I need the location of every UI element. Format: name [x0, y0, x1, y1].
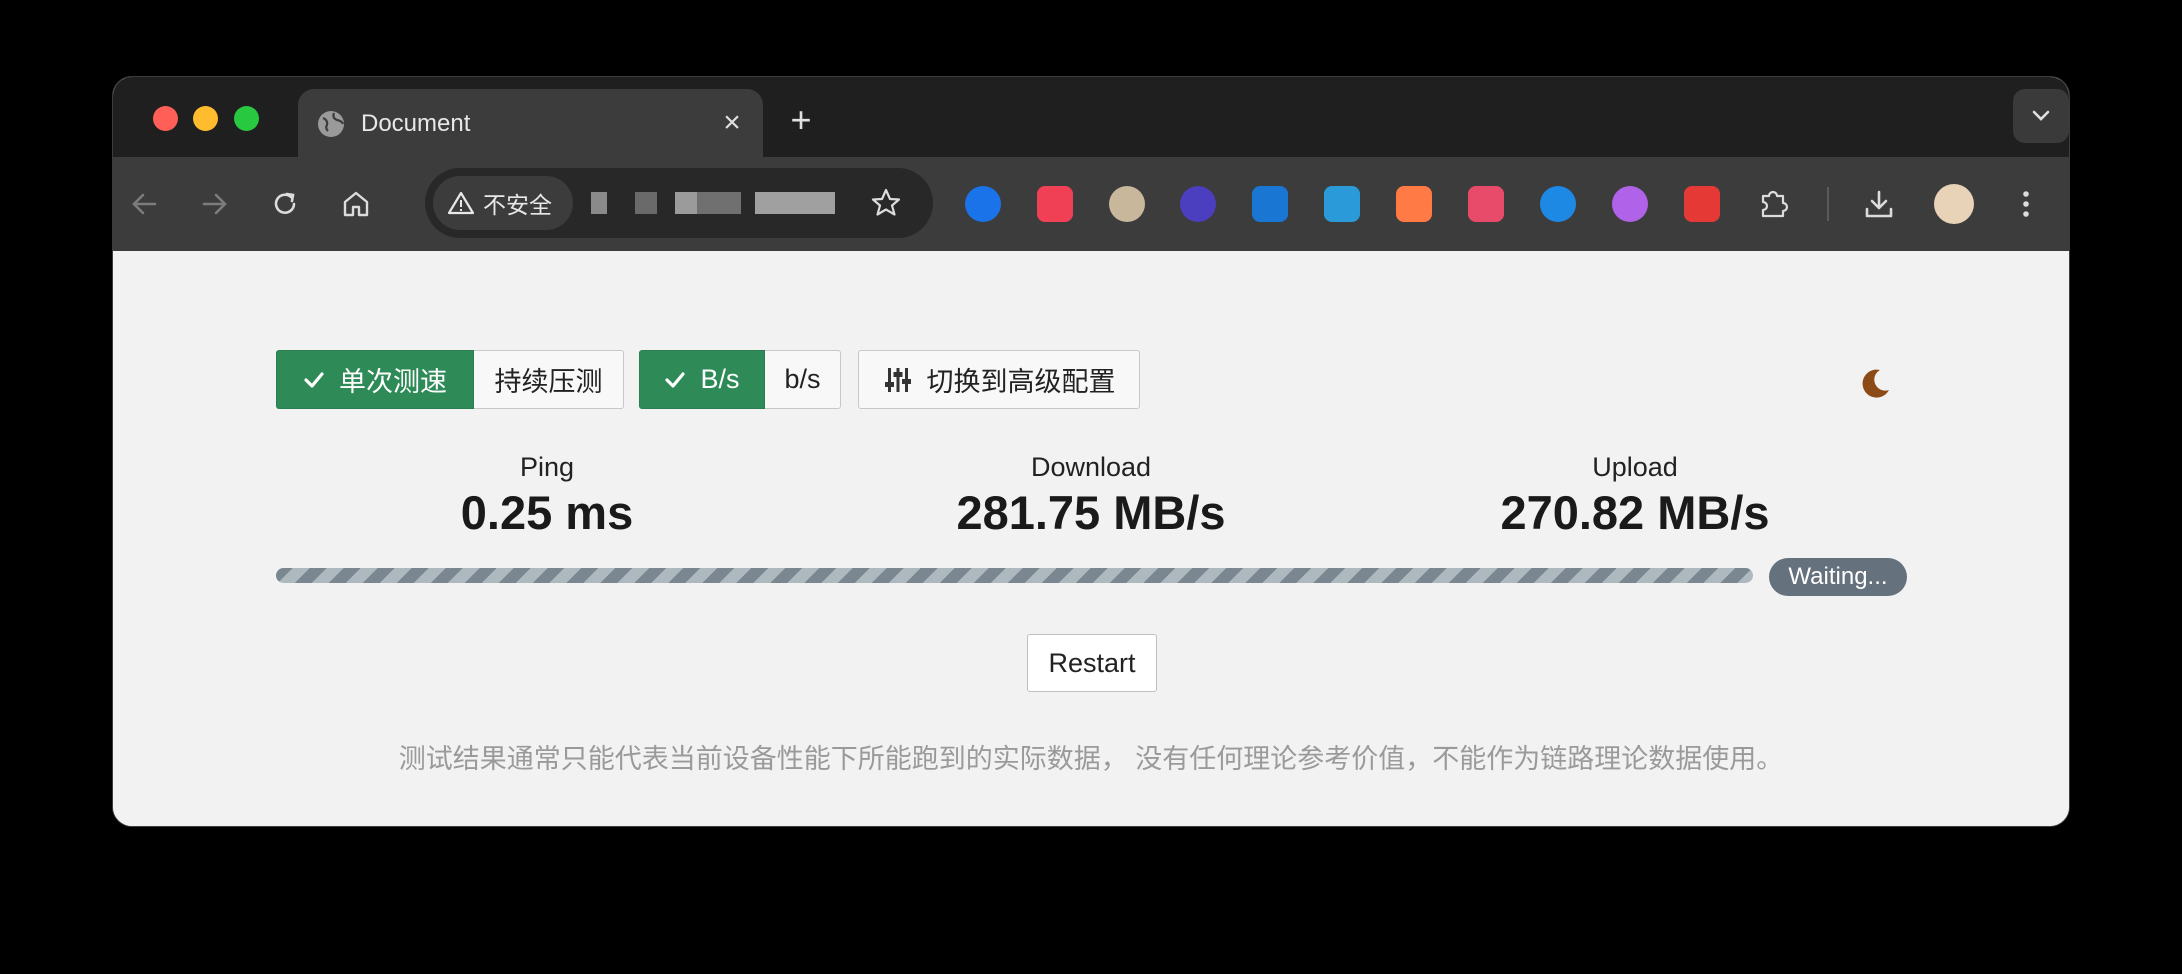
window-close-button[interactable] [153, 106, 178, 131]
advanced-config-label: 切换到高级配置 [926, 367, 1116, 397]
download-stat: Download 281.75 MB/s [891, 451, 1291, 543]
advanced-config-button[interactable]: 切换到高级配置 [858, 350, 1140, 409]
bookmark-star-icon[interactable] [869, 186, 903, 220]
single-test-button[interactable]: 单次测速 [276, 350, 474, 409]
single-test-label: 单次测速 [339, 367, 447, 397]
check-icon [665, 371, 686, 388]
extension-icon[interactable] [1252, 186, 1288, 222]
ping-label: Ping [519, 452, 575, 482]
extensions-puzzle-icon[interactable] [1756, 186, 1792, 222]
url-redacted [755, 192, 835, 214]
check-icon [304, 371, 324, 388]
status-badge: Waiting... [1769, 558, 1907, 596]
tab-search-button[interactable] [2013, 89, 2069, 143]
extension-icon[interactable] [1180, 186, 1216, 222]
extension-icon[interactable] [1396, 186, 1432, 222]
address-bar[interactable]: 不安全 [425, 168, 933, 238]
pocket-extension-icon[interactable] [1037, 186, 1073, 222]
extension-icon[interactable] [1109, 186, 1145, 222]
forward-icon[interactable] [198, 187, 232, 221]
ping-stat: Ping 0.25 ms [347, 451, 747, 543]
tab-title: Document [361, 110, 471, 137]
unit-bytes-button[interactable]: B/s [639, 350, 765, 409]
extension-icon[interactable] [1684, 186, 1720, 222]
extension-icon[interactable] [1324, 186, 1360, 222]
continuous-test-button[interactable]: 持续压测 [474, 350, 624, 409]
home-icon[interactable] [339, 187, 373, 221]
unit-toggle-group: B/s b/s [639, 350, 841, 409]
upload-stat: Upload 270.82 MB/s [1435, 451, 1835, 543]
moon-icon[interactable] [1858, 366, 1892, 400]
window-maximize-button[interactable] [234, 106, 259, 131]
url-redacted [635, 192, 657, 214]
security-label: 不安全 [483, 192, 552, 218]
browser-toolbar: 不安全 [113, 157, 2069, 251]
download-value: 281.75 MB/s [956, 486, 1226, 539]
url-redacted [591, 192, 607, 214]
unit-bytes-label: B/s [700, 364, 740, 394]
tab-document[interactable]: Document × [298, 89, 763, 157]
translate-extension-icon[interactable] [1468, 186, 1504, 222]
more-menu-icon[interactable] [2009, 187, 2043, 221]
url-redacted [675, 192, 697, 214]
mode-toggle-group: 单次测速 持续压测 [276, 350, 624, 409]
tab-close-icon[interactable]: × [717, 108, 747, 138]
unit-bits-button[interactable]: b/s [765, 350, 841, 409]
chevron-down-icon [2032, 110, 2050, 121]
warning-icon [447, 191, 475, 215]
extension-icon[interactable] [1612, 186, 1648, 222]
toolbar-divider [1827, 187, 1829, 221]
browser-window: Document × + 不安全 单次测速 持续压测 B/s b/s 切换到高级… [112, 76, 2070, 827]
unit-bits-label: b/s [784, 364, 821, 394]
extension-icon[interactable] [1540, 186, 1576, 222]
profile-avatar[interactable] [1934, 184, 1974, 224]
advanced-config-group: 切换到高级配置 [858, 350, 1140, 409]
download-icon[interactable] [1862, 187, 1896, 221]
restart-button[interactable]: Restart [1027, 634, 1157, 692]
reload-icon[interactable] [268, 187, 302, 221]
progress-bar [276, 568, 1753, 583]
url-redacted [697, 192, 741, 214]
window-minimize-button[interactable] [193, 106, 218, 131]
page-content: 单次测速 持续压测 B/s b/s 切换到高级配置 Ping 0.25 ms D… [113, 251, 2069, 826]
extension-icon[interactable] [965, 186, 1001, 222]
download-label: Download [1030, 452, 1152, 482]
back-icon[interactable] [127, 187, 161, 221]
ping-value: 0.25 ms [460, 486, 634, 539]
new-tab-button[interactable]: + [785, 102, 817, 138]
upload-label: Upload [1592, 452, 1678, 482]
continuous-test-label: 持续压测 [494, 367, 603, 397]
disclaimer-note: 测试结果通常只能代表当前设备性能下所能跑到的实际数据， 没有任何理论参考价值，不… [398, 744, 1784, 774]
security-chip[interactable]: 不安全 [433, 176, 573, 230]
globe-icon [318, 111, 345, 137]
tab-strip: Document × + [113, 77, 2069, 157]
upload-value: 270.82 MB/s [1500, 486, 1770, 539]
sliders-icon [884, 367, 911, 392]
